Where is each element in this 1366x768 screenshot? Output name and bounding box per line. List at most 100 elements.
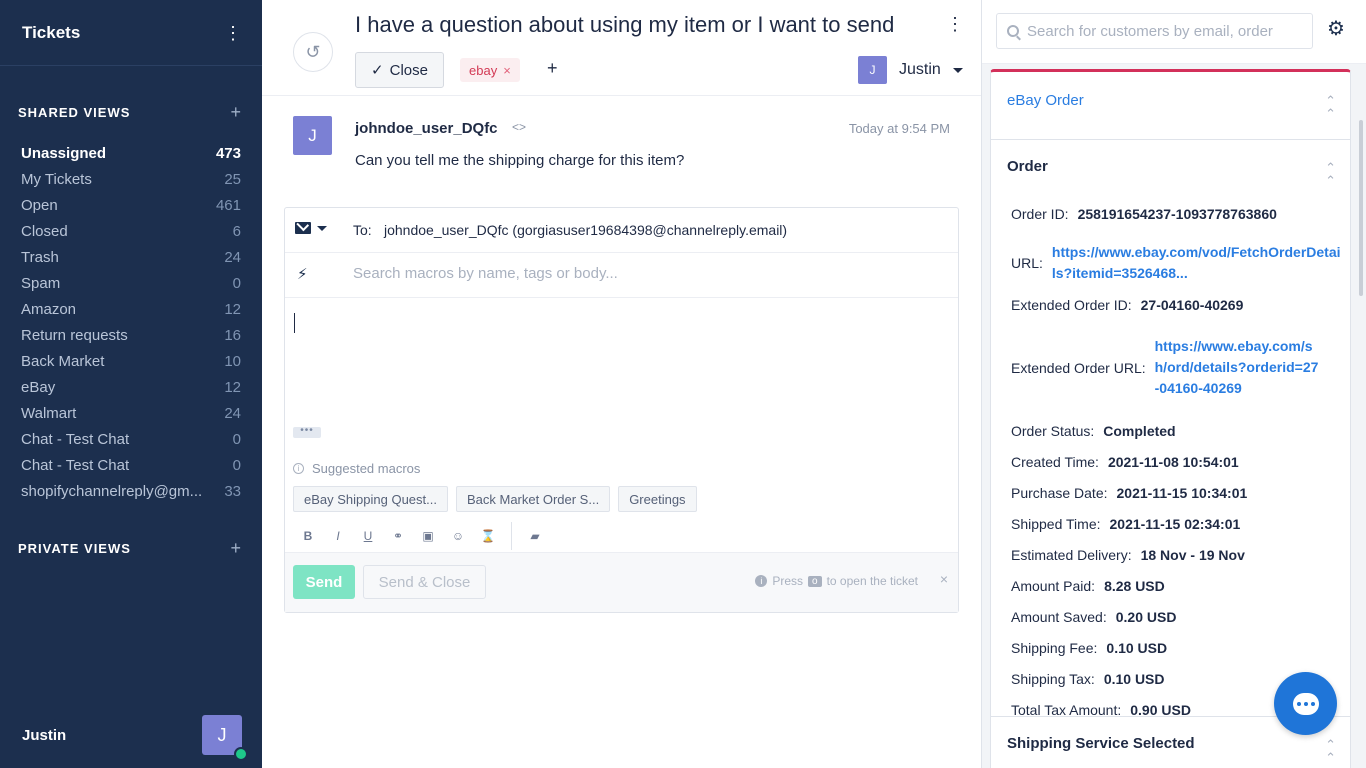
chevron-down-icon <box>952 67 963 73</box>
field-value: 18 Nov - 19 Nov <box>1140 546 1245 563</box>
view-chat-test-chat-2[interactable]: Chat - Test Chat 0 <box>0 452 262 478</box>
reply-composer: To: johndoe_user_DQfc (gorgiasuser196843… <box>284 207 959 613</box>
view-label: shopifychannelreply@gm... <box>21 482 203 500</box>
field-value: 2021-11-15 10:34:01 <box>1116 484 1248 501</box>
extended-order-id-field: Extended Order ID: 27-04160-40269 <box>1011 289 1341 320</box>
view-label: eBay <box>21 378 56 396</box>
field-label: Order Status: <box>1011 422 1095 439</box>
shopify-icon[interactable]: ▰ <box>526 529 544 543</box>
macro-search-input[interactable] <box>353 265 933 282</box>
message-body: Can you tell me the shipping charge for … <box>355 152 685 169</box>
message-author[interactable]: johndoe_user_DQfc <box>355 120 498 137</box>
macro-chip[interactable]: Greetings <box>618 486 697 512</box>
view-spam[interactable]: Spam 0 <box>0 270 262 296</box>
channel-selector[interactable] <box>295 222 327 234</box>
search-icon <box>1007 25 1019 37</box>
view-return-requests[interactable]: Return requests 16 <box>0 322 262 348</box>
bold-icon[interactable]: B <box>299 529 317 543</box>
tag-label: ebay <box>469 62 498 78</box>
view-label: Return requests <box>21 326 128 344</box>
shared-views-list: Unassigned 473 My Tickets 25 Open 461 Cl… <box>0 140 262 504</box>
formatting-toolbar: B I U ⚭ ▣ ☺ ⌛ ▰ <box>299 522 544 550</box>
customer-search-box[interactable] <box>996 13 1313 49</box>
shipping-fee-field: Shipping Fee: 0.10 USD <box>1011 632 1341 663</box>
field-label: Estimated Delivery: <box>1011 546 1132 563</box>
send-and-close-button[interactable]: Send & Close <box>363 565 486 599</box>
view-open[interactable]: Open 461 <box>0 192 262 218</box>
remove-tag-icon[interactable]: × <box>503 63 511 78</box>
field-value: 2021-11-08 10:54:01 <box>1107 453 1239 470</box>
sidebar-header: Tickets ⋮ <box>0 0 262 66</box>
extended-order-url-link[interactable]: https://www.ebay.com/sh/ord/details?orde… <box>1155 336 1319 399</box>
ebay-order-title[interactable]: eBay Order <box>1007 92 1084 109</box>
emoji-icon[interactable]: ☺ <box>449 529 467 543</box>
ticket-header: ↺ I have a question about using my item … <box>262 0 981 96</box>
view-count: 24 <box>224 248 241 266</box>
app: Tickets ⋮ SHARED VIEWS + Unassigned 473 … <box>0 0 1366 768</box>
add-tag-button[interactable]: + <box>547 58 558 79</box>
gear-icon[interactable]: ⚙ <box>1327 19 1345 39</box>
history-icon[interactable]: ↺ <box>293 32 333 72</box>
macro-chip[interactable]: Back Market Order S... <box>455 486 611 512</box>
hint-post: to open the ticket <box>826 574 918 588</box>
view-walmart[interactable]: Walmart 24 <box>0 400 262 426</box>
add-shared-view-icon[interactable]: + <box>230 102 242 123</box>
suggested-macros: eBay Shipping Quest... Back Market Order… <box>293 486 697 512</box>
ticket-more-options-icon[interactable]: ⋮ <box>946 14 964 35</box>
view-count: 0 <box>232 456 241 474</box>
view-label: Chat - Test Chat <box>21 430 130 448</box>
code-icon[interactable]: <> <box>512 120 526 134</box>
chat-launcher-button[interactable] <box>1274 672 1337 735</box>
amount-paid-field: Amount Paid: 8.28 USD <box>1011 570 1341 601</box>
field-label: Extended Order ID: <box>1011 296 1132 313</box>
view-chat-test-chat[interactable]: Chat - Test Chat 0 <box>0 426 262 452</box>
italic-icon[interactable]: I <box>329 529 347 543</box>
hint-key: o <box>808 575 822 587</box>
view-ebay[interactable]: eBay 12 <box>0 374 262 400</box>
avatar[interactable]: J <box>202 715 248 761</box>
ticket-subject[interactable]: I have a question about using my item or… <box>355 12 918 38</box>
collapse-icon[interactable]: ⌃ ⌃ <box>1325 738 1336 764</box>
view-trash[interactable]: Trash 24 <box>0 244 262 270</box>
panel-scrollbar[interactable] <box>1359 120 1363 296</box>
view-count: 12 <box>224 378 241 396</box>
message-editor[interactable]: ••• <box>285 299 958 438</box>
close-ticket-button[interactable]: ✓ Close <box>355 52 444 88</box>
close-icon[interactable]: × <box>940 571 948 587</box>
customer-search-input[interactable] <box>1027 22 1307 40</box>
view-label: Trash <box>21 248 59 266</box>
view-count: 33 <box>224 482 241 500</box>
message-avatar: J <box>293 116 332 155</box>
underline-icon[interactable]: U <box>359 529 377 543</box>
show-more-icon[interactable]: ••• <box>293 426 321 438</box>
field-label: Shipped Time: <box>1011 515 1101 532</box>
more-options-icon[interactable]: ⋮ <box>224 24 242 42</box>
order-url-link[interactable]: https://www.ebay.com/vod/FetchOrderDetai… <box>1052 242 1341 284</box>
send-button[interactable]: Send <box>293 565 355 599</box>
envelope-icon <box>295 222 311 234</box>
assignee-name: Justin <box>899 61 941 78</box>
macro-chip[interactable]: eBay Shipping Quest... <box>293 486 448 512</box>
assignee-dropdown[interactable]: J Justin <box>858 56 963 84</box>
link-icon[interactable]: ⚭ <box>389 529 407 543</box>
collapse-icon[interactable]: ⌃ ⌃ <box>1325 161 1336 187</box>
view-amazon[interactable]: Amazon 12 <box>0 296 262 322</box>
recipient-row: To: johndoe_user_DQfc (gorgiasuser196843… <box>285 208 958 253</box>
add-private-view-icon[interactable]: + <box>230 538 242 559</box>
view-unassigned[interactable]: Unassigned 473 <box>0 140 262 166</box>
field-label: Order ID: <box>1011 206 1069 222</box>
suggested-macros-header: i Suggested macros <box>293 461 420 476</box>
view-label: Amazon <box>21 300 77 318</box>
order-title: Order <box>1007 158 1048 175</box>
to-recipient[interactable]: johndoe_user_DQfc (gorgiasuser19684398@c… <box>384 222 787 238</box>
view-closed[interactable]: Closed 6 <box>0 218 262 244</box>
view-my-tickets[interactable]: My Tickets 25 <box>0 166 262 192</box>
view-shopify-email[interactable]: shopifychannelreply@gm... 33 <box>0 478 262 504</box>
extended-order-url-field: Extended Order URL: https://www.ebay.com… <box>1011 320 1341 415</box>
view-back-market[interactable]: Back Market 10 <box>0 348 262 374</box>
view-count: 473 <box>215 144 241 162</box>
collapse-icon[interactable]: ⌃ ⌃ <box>1325 94 1336 120</box>
attachment-icon[interactable]: ⌛ <box>479 529 497 543</box>
tag-ebay[interactable]: ebay × <box>460 58 520 82</box>
image-icon[interactable]: ▣ <box>419 529 437 543</box>
